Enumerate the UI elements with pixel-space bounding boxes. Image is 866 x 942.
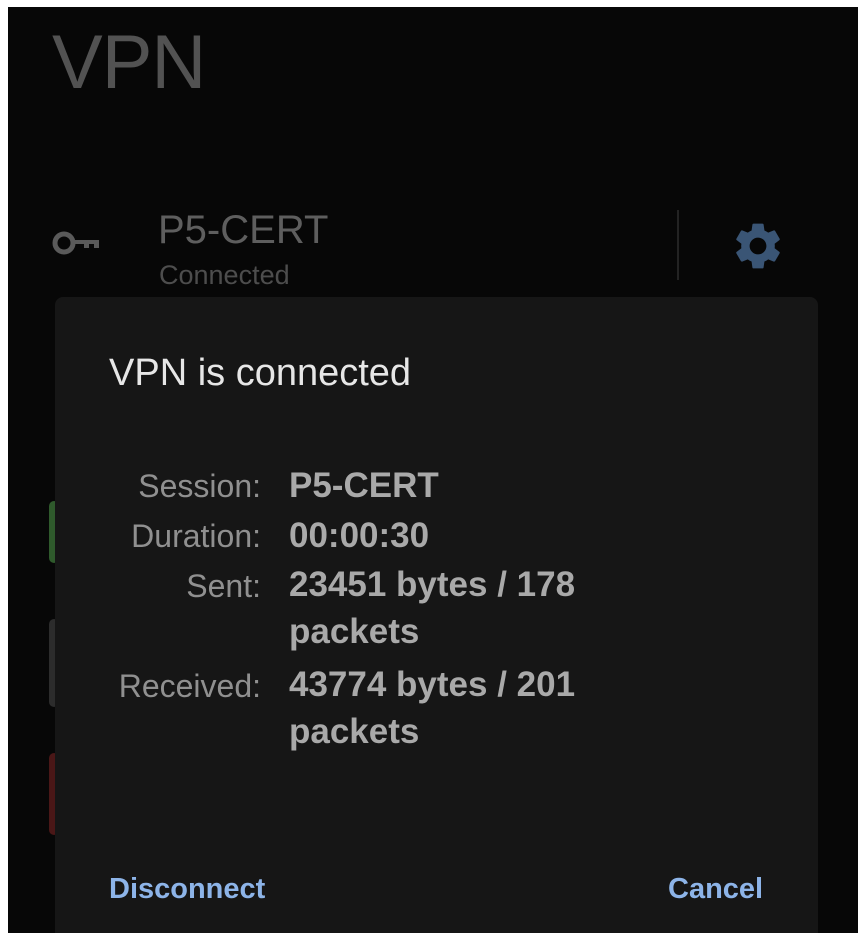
stat-label: Sent: [186, 568, 261, 604]
dialog-title: VPN is connected [109, 352, 412, 394]
vpn-connected-dialog: VPN is connected Session: P5-CERT Durati… [55, 297, 818, 933]
stat-row-session: Session: P5-CERT [55, 461, 818, 511]
profile-name: P5-CERT [158, 208, 329, 252]
stat-value: 23451 bytes / 178 packets [289, 565, 576, 651]
stat-value: 43774 bytes / 201 packets [289, 665, 576, 751]
cancel-button[interactable]: Cancel [668, 869, 763, 909]
vpn-profile-row[interactable]: P5-CERT Connected [8, 202, 858, 302]
stat-label: Duration: [131, 518, 261, 554]
divider [677, 210, 679, 280]
profile-status: Connected [159, 260, 290, 290]
disconnect-button[interactable]: Disconnect [109, 869, 265, 909]
gear-icon [730, 223, 786, 278]
stat-row-received: Received: 43774 bytes / 201 packets [55, 661, 818, 755]
stat-label: Session: [138, 468, 261, 504]
stat-row-sent: Sent: 23451 bytes / 178 packets [55, 561, 818, 655]
connection-stats: Session: P5-CERT Duration: 00:00:30 Sent… [55, 461, 818, 761]
vpn-screen: VPN P5-CERT Connected VPN is connected S… [8, 7, 858, 933]
stat-label: Received: [118, 668, 261, 704]
stat-row-duration: Duration: 00:00:30 [55, 511, 818, 561]
key-icon [52, 230, 102, 256]
stat-value: P5-CERT [289, 466, 439, 505]
settings-button[interactable] [730, 218, 786, 274]
page-title: VPN [52, 20, 206, 105]
stat-value: 00:00:30 [289, 516, 430, 555]
